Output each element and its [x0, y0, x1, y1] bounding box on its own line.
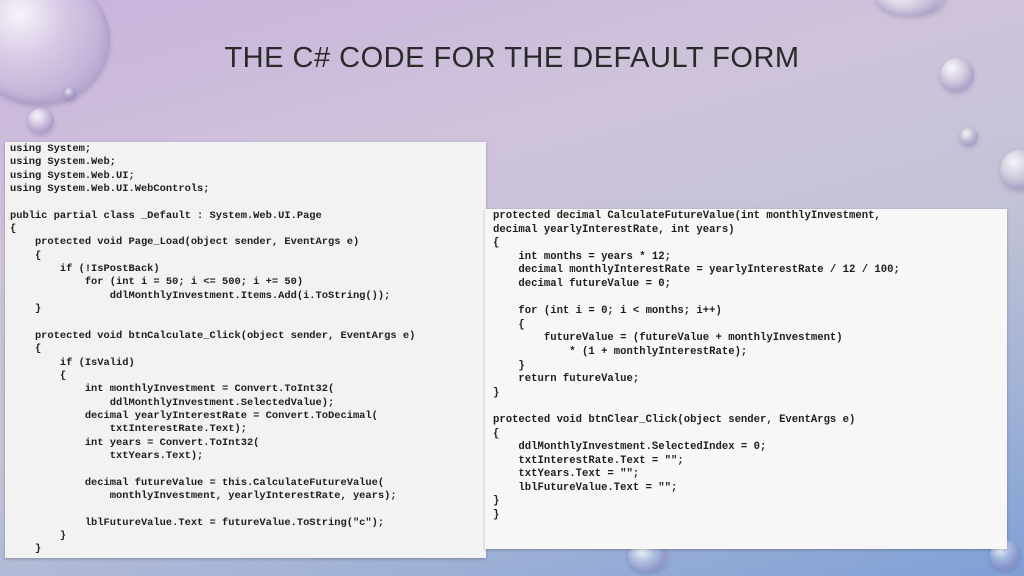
code-line: txtInterestRate.Text = ""; [493, 454, 684, 467]
code-line: if (!IsPostBack) [10, 263, 160, 276]
code-line: int years = Convert.ToInt32( [10, 436, 260, 449]
code-line: ddlMonthlyInvestment.SelectedIndex = 0; [493, 441, 767, 454]
code-line: { [10, 369, 67, 382]
code-line: lblFutureValue.Text = ""; [493, 481, 678, 494]
code-line: * (1 + monthlyInterestRate); [493, 345, 748, 358]
code-line: txtYears.Text); [10, 449, 204, 462]
code-line: } [10, 303, 42, 316]
code-line: } [10, 529, 67, 542]
code-line: } [493, 509, 500, 522]
decorative-bubble [876, 0, 946, 16]
code-line: { [493, 237, 500, 250]
code-line: decimal monthlyInterestRate = yearlyInte… [493, 264, 900, 277]
code-line: lblFutureValue.Text = futureValue.ToStri… [10, 516, 385, 529]
code-line: } [493, 359, 525, 372]
code-line: decimal yearlyInterestRate = Convert.ToD… [10, 409, 378, 422]
code-line: using System.Web.UI; [10, 169, 135, 182]
code-line: public partial class _Default : System.W… [10, 209, 322, 222]
code-line: decimal futureValue = 0; [493, 277, 672, 290]
code-line: protected void btnClear_Click(object sen… [493, 413, 856, 426]
code-line: int months = years * 12; [493, 250, 672, 263]
code-line: { [10, 249, 42, 262]
code-line: } [10, 543, 42, 556]
code-line: } [493, 495, 500, 508]
code-line: using System.Web.UI.WebControls; [10, 183, 210, 196]
decorative-bubble [64, 88, 76, 100]
code-line: futureValue = (futureValue + monthlyInve… [493, 332, 843, 345]
code-line: protected void Page_Load(object sender, … [10, 236, 360, 249]
code-line: } [493, 386, 500, 399]
code-line: decimal futureValue = this.CalculateFutu… [10, 476, 385, 489]
code-line: protected void btnCalculate_Click(object… [10, 329, 416, 342]
code-line: using System.Web; [10, 156, 117, 169]
code-line: ddlMonthlyInvestment.SelectedValue); [10, 396, 335, 409]
code-line: { [493, 318, 525, 331]
code-line: txtYears.Text = ""; [493, 468, 640, 481]
code-line: return futureValue; [493, 373, 640, 386]
code-line: using System; [10, 143, 92, 155]
code-line: monthlyInvestment, yearlyInterestRate, y… [10, 489, 397, 502]
code-line: int monthlyInvestment = Convert.ToInt32( [10, 383, 335, 396]
slide-title: THE C# CODE FOR THE DEFAULT FORM [224, 42, 800, 74]
code-block-left: using System; using System.Web; using Syst… [10, 143, 415, 557]
code-line: for (int i = 50; i <= 500; i += 50) [10, 276, 304, 289]
code-line: ddlMonthlyInvestment.Items.Add(i.ToStrin… [10, 289, 391, 302]
code-line: protected decimal CalculateFutureValue(i… [493, 210, 881, 222]
code-line: if (IsValid) [10, 356, 135, 369]
code-line: { [10, 223, 17, 236]
code-line: txtInterestRate.Text); [10, 423, 247, 436]
decorative-bubble [960, 128, 978, 146]
code-image-left: using System; using System.Web; using Syst… [5, 142, 486, 558]
code-line: decimal yearlyInterestRate, int years) [493, 223, 735, 236]
code-image-right: protected decimal CalculateFutureValue(i… [485, 209, 1007, 549]
decorative-bubble [28, 108, 54, 134]
code-line: { [10, 343, 42, 356]
code-line: for (int i = 0; i < months; i++) [493, 305, 722, 318]
code-block-right: protected decimal CalculateFutureValue(i… [493, 210, 900, 523]
code-line: { [493, 427, 500, 440]
decorative-bubble [1000, 150, 1024, 190]
